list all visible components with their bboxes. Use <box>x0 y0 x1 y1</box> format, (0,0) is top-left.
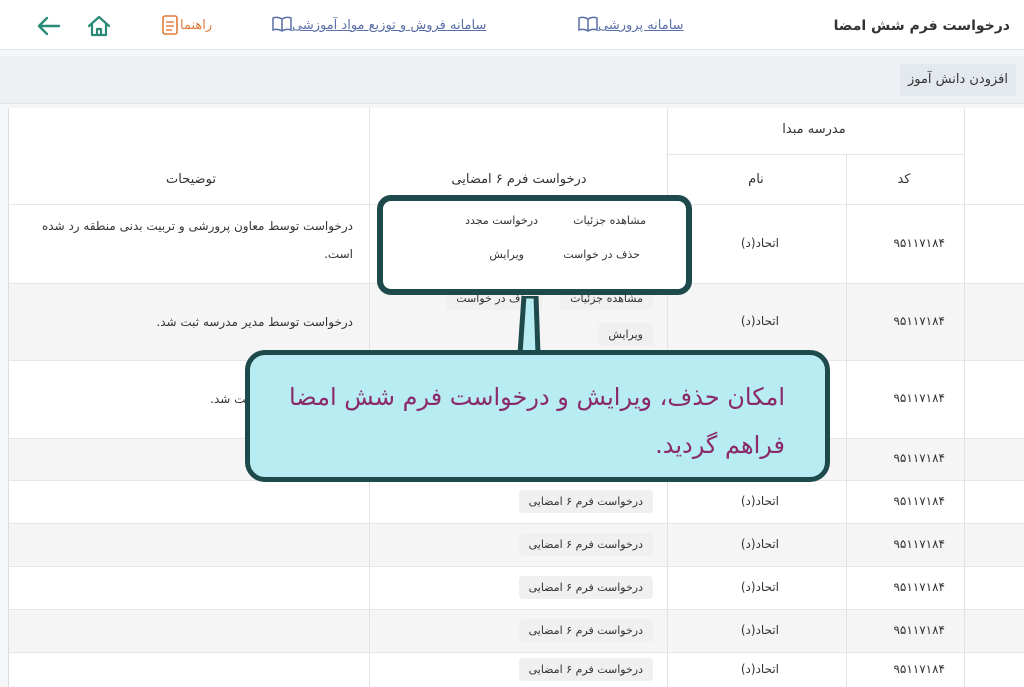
header-code: کد <box>897 172 911 187</box>
name-cell: اتحاد(د) <box>740 580 779 594</box>
request-six-signature-button[interactable]: درخواست فرم ۶ امضایی <box>518 576 653 599</box>
sales-system-link[interactable]: سامانه فروش و توزیع مواد آموزشی <box>292 18 486 33</box>
table-row: ۹۵۱۱۷۱۸۴ اتحاد(د) درخواست فرم ۶ امضایی <box>9 609 1024 652</box>
toolbar <box>0 56 1024 104</box>
code-cell: ۹۵۱۱۷۱۸۴ <box>893 662 945 676</box>
name-cell: اتحاد(د) <box>740 537 779 551</box>
edit-button[interactable]: ویرایش <box>489 248 524 261</box>
header-source-school: مدرسه مبدا <box>782 122 846 137</box>
request-six-signature-button[interactable]: درخواست فرم ۶ امضایی <box>518 658 653 681</box>
code-cell: ۹۵۱۱۷۱۸۴ <box>893 537 945 551</box>
name-cell: اتحاد(د) <box>740 314 779 328</box>
divider <box>846 154 847 687</box>
request-six-signature-button[interactable]: درخواست فرم ۶ امضایی <box>518 533 653 556</box>
add-student-button[interactable]: افزودن دانش آموز <box>899 64 1016 96</box>
divider <box>666 154 964 155</box>
divider <box>964 108 965 687</box>
header-description: توضیحات <box>166 172 216 187</box>
divider <box>9 523 1024 524</box>
name-cell: اتحاد(د) <box>740 236 779 250</box>
header-request: درخواست فرم ۶ امضایی <box>451 172 587 187</box>
delete-request-button[interactable]: حذف در خواست <box>563 248 640 261</box>
request-again-button[interactable]: درخواست مجدد <box>465 214 538 227</box>
top-bar: درخواست فرم شش امضا سامانه پرورشی سامانه… <box>0 0 1024 50</box>
book-icon <box>578 16 598 32</box>
callout-bubble: امکان حذف، ویرایش و درخواست فرم شش امضا … <box>245 350 830 482</box>
code-cell: ۹۵۱۱۷۱۸۴ <box>893 580 945 594</box>
divider <box>9 652 1024 653</box>
edit-button[interactable]: ویرایش <box>598 323 653 346</box>
home-icon[interactable] <box>86 15 112 37</box>
code-cell: ۹۵۱۱۷۱۸۴ <box>893 623 945 637</box>
table-row: ۹۵۱۱۷۱۸۴ اتحاد(د) درخواست فرم ۶ امضایی <box>9 523 1024 566</box>
code-cell: ۹۵۱۱۷۱۸۴ <box>893 494 945 508</box>
page-title: درخواست فرم شش امضا <box>833 18 1010 34</box>
row-actions-highlight: مشاهده جزئیات درخواست مجدد حذف در خواست … <box>377 195 692 295</box>
view-details-button[interactable]: مشاهده جزئیات <box>573 214 646 227</box>
table-row: ۹۵۱۱۷۱۸۴ اتحاد(د) درخواست فرم ۶ امضایی <box>9 480 1024 523</box>
name-cell: اتحاد(د) <box>740 623 779 637</box>
guide-link[interactable]: راهنما <box>180 18 212 33</box>
divider <box>9 566 1024 567</box>
request-six-signature-button[interactable]: درخواست فرم ۶ امضایی <box>518 619 653 642</box>
callout-text: امکان حذف، ویرایش و درخواست فرم شش امضا … <box>288 383 785 459</box>
code-cell: ۹۵۱۱۷۱۸۴ <box>893 236 945 250</box>
description-cell: درخواست توسط مدیر مدرسه ثبت شد. <box>156 315 353 329</box>
parvareshi-system-link[interactable]: سامانه پرورشی <box>598 18 684 33</box>
header-name: نام <box>748 172 764 187</box>
divider <box>9 609 1024 610</box>
name-cell: اتحاد(د) <box>740 494 779 508</box>
name-cell: اتحاد(د) <box>740 662 779 676</box>
code-cell: ۹۵۱۱۷۱۸۴ <box>893 391 945 405</box>
description-cell: درخواست توسط معاون پرورشی و تربیت بدنی م… <box>42 219 353 261</box>
code-cell: ۹۵۱۱۷۱۸۴ <box>893 451 945 465</box>
code-cell: ۹۵۱۱۷۱۸۴ <box>893 314 945 328</box>
back-arrow-icon[interactable] <box>36 15 62 37</box>
request-six-signature-button[interactable]: درخواست فرم ۶ امضایی <box>518 490 653 513</box>
table-row: ۹۵۱۱۷۱۸۴ اتحاد(د) درخواست فرم ۶ امضایی <box>9 652 1024 687</box>
document-icon <box>162 15 178 35</box>
table-row: ۹۵۱۱۷۱۸۴ اتحاد(د) درخواست فرم ۶ امضایی <box>9 566 1024 609</box>
callout-pointer <box>517 296 541 356</box>
book-icon <box>272 16 292 32</box>
